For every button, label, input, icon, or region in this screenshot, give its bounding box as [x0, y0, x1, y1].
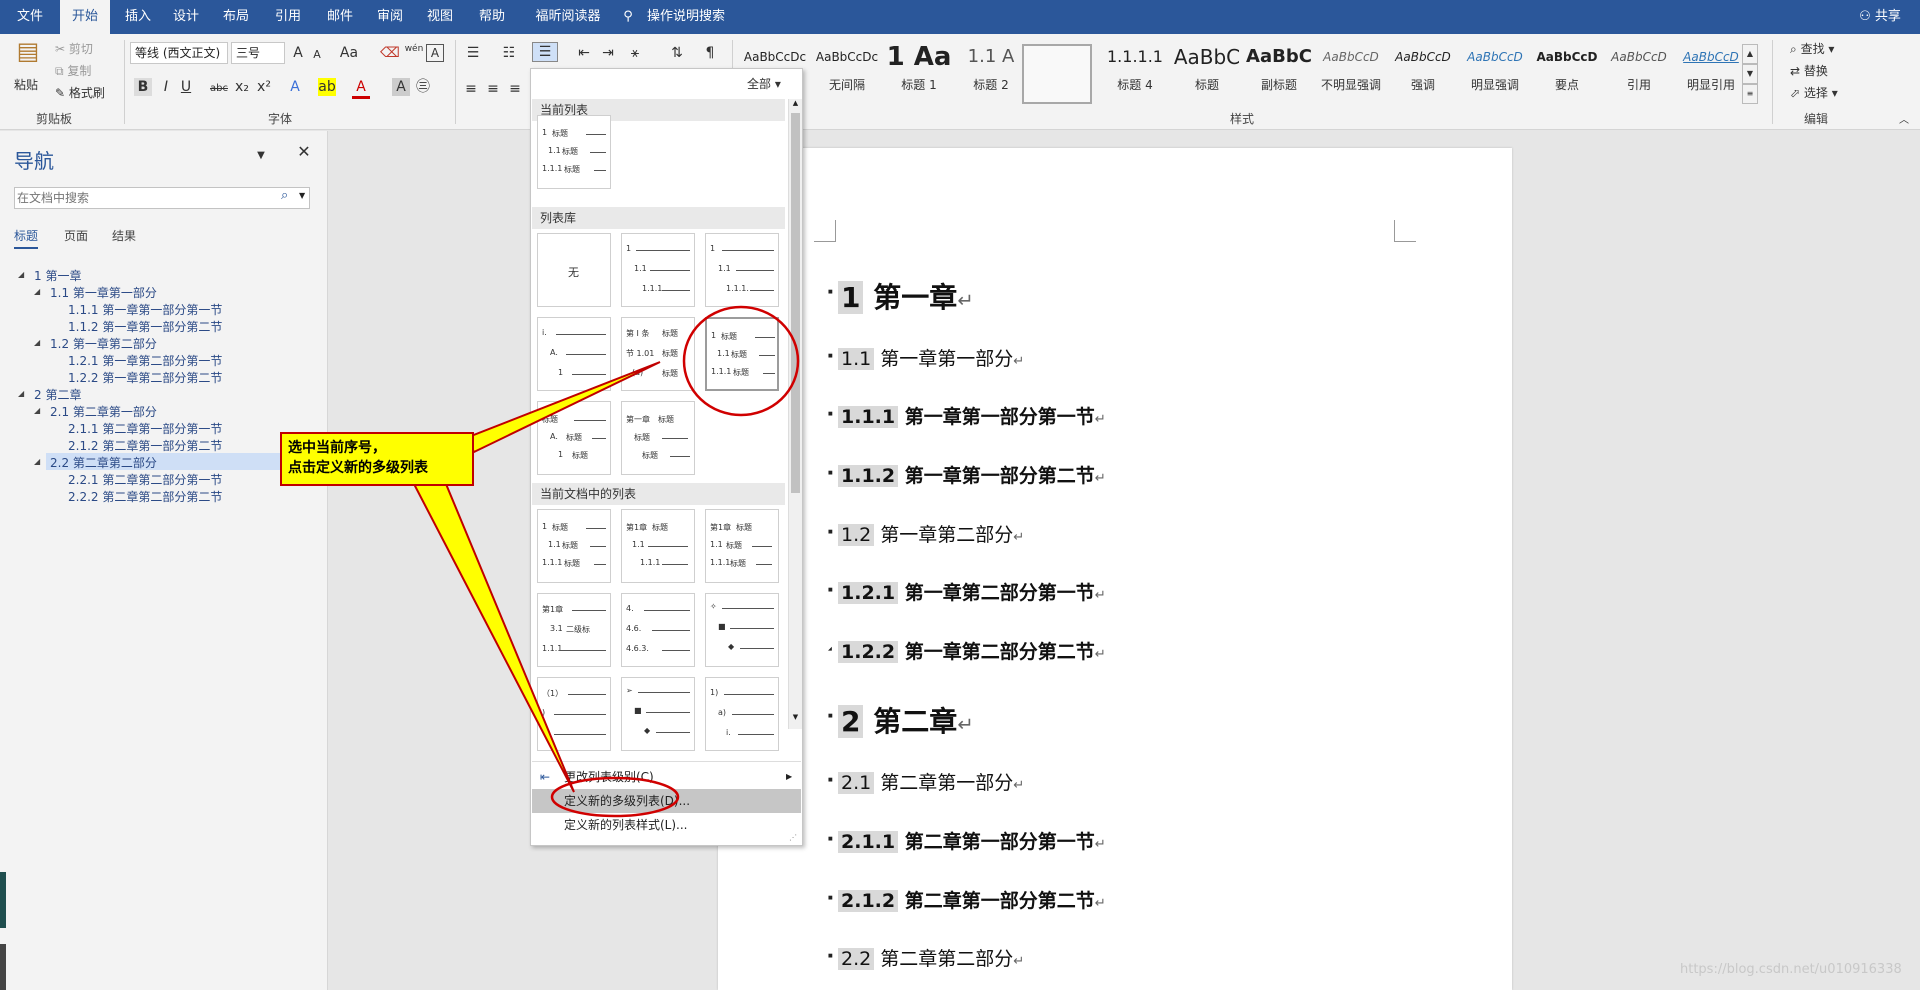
circle-highlight-define — [550, 776, 680, 818]
circle-highlight-thumbnail — [682, 305, 800, 417]
callout-arrow-down — [412, 483, 575, 793]
callout-note: 选中当前序号， 点击定义新的多级列表 — [280, 432, 474, 486]
callout-arrow-up — [464, 361, 661, 454]
callout-line-1: 选中当前序号， — [288, 440, 386, 456]
annotation-overlay — [412, 305, 800, 818]
callout-line-2: 点击定义新的多级列表 — [288, 460, 428, 476]
